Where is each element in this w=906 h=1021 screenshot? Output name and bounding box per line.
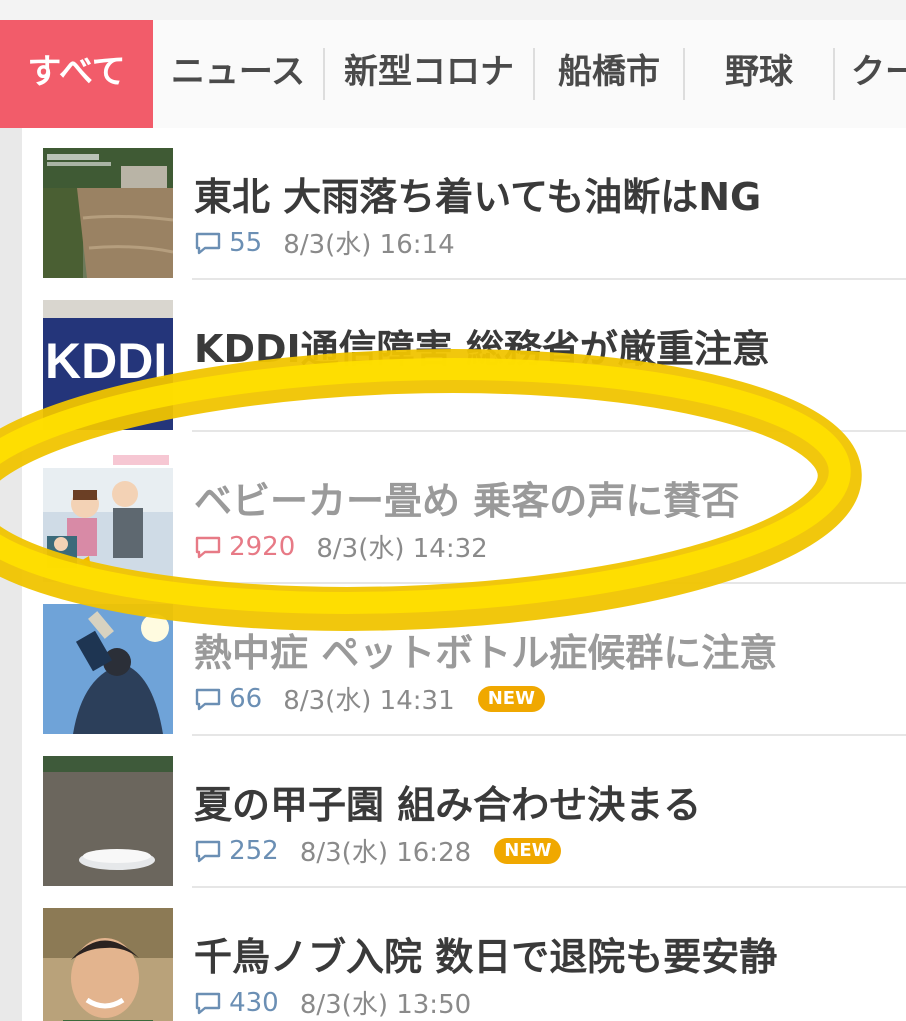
comment-count: 430 bbox=[229, 987, 279, 1018]
top-strip bbox=[0, 0, 906, 20]
article-thumbnail bbox=[43, 604, 173, 734]
article-time: 8/3(水) 14:31 bbox=[283, 686, 455, 716]
article-time: 8/3(水) 14:32 bbox=[316, 534, 488, 564]
article-meta: 430 8/3(水) 13:50 bbox=[194, 984, 472, 1020]
article-time: 8/3(水) 16:14 bbox=[283, 230, 455, 260]
new-badge: NEW bbox=[494, 837, 562, 864]
article-thumbnail bbox=[43, 148, 173, 278]
comment-icon bbox=[195, 688, 221, 710]
list-item[interactable]: ベビーカー畳め 乗客の声に賛否 2920 8/3(水) 14:32 bbox=[22, 432, 906, 584]
tab-gourmet[interactable]: クー bbox=[835, 20, 906, 128]
article-title[interactable]: 夏の甲子園 組み合わせ決まる bbox=[194, 774, 701, 829]
article-time: 8/3(水) 16:28 bbox=[299, 838, 472, 868]
tab-news[interactable]: ニュース bbox=[153, 20, 323, 128]
list-item[interactable]: 夏の甲子園 組み合わせ決まる 252 8/3(水) 16:28 NEW bbox=[22, 736, 906, 888]
comment-icon bbox=[195, 840, 221, 862]
article-title[interactable]: KDDI通信障害 総務省が厳重注意 bbox=[194, 318, 770, 373]
new-badge: NEW bbox=[477, 685, 545, 712]
category-tab-bar: すべて ニュース 新型コロナ 船橋市 野球 クー bbox=[0, 20, 906, 128]
article-meta: 2920 8/3(水) 14:32 bbox=[194, 528, 488, 564]
article-title[interactable]: 東北 大雨落ち着いても油断はNG bbox=[194, 166, 761, 221]
article-list: 東北 大雨落ち着いても油断はNG 55 8/3(水) 16:14 KDDI KD… bbox=[22, 128, 906, 1021]
tab-all[interactable]: すべて bbox=[0, 20, 153, 128]
list-item[interactable]: 千鳥ノブ入院 数日で退院も要安静 430 8/3(水) 13:50 bbox=[22, 888, 906, 1021]
comment-count: 66 bbox=[229, 683, 263, 714]
list-item[interactable]: KDDI KDDI通信障害 総務省が厳重注意 bbox=[22, 280, 906, 432]
article-time: 8/3(水) 13:50 bbox=[299, 990, 472, 1020]
article-title[interactable]: ベビーカー畳め 乗客の声に賛否 bbox=[194, 470, 739, 525]
comment-icon bbox=[195, 536, 221, 558]
kddi-logo-text: KDDI bbox=[45, 333, 167, 389]
article-thumbnail bbox=[43, 908, 173, 1021]
article-thumbnail: KDDI bbox=[43, 300, 173, 430]
comment-count: 2920 bbox=[229, 531, 296, 562]
tab-baseball[interactable]: 野球 bbox=[685, 20, 833, 128]
list-item[interactable]: 東北 大雨落ち着いても油断はNG 55 8/3(水) 16:14 bbox=[22, 128, 906, 280]
article-thumbnail bbox=[43, 756, 173, 886]
comment-icon bbox=[195, 232, 221, 254]
article-title[interactable]: 千鳥ノブ入院 数日で退院も要安静 bbox=[194, 926, 777, 981]
article-title[interactable]: 熱中症 ペットボトル症候群に注意 bbox=[194, 622, 777, 677]
article-meta: 55 8/3(水) 16:14 bbox=[194, 224, 455, 260]
article-thumbnail bbox=[43, 452, 173, 582]
article-meta: 252 8/3(水) 16:28 NEW bbox=[194, 832, 562, 868]
tab-covid[interactable]: 新型コロナ bbox=[325, 20, 533, 128]
comment-count: 252 bbox=[229, 835, 279, 866]
tab-funabashi[interactable]: 船橋市 bbox=[535, 20, 683, 128]
list-item[interactable]: 熱中症 ペットボトル症候群に注意 66 8/3(水) 14:31 NEW bbox=[22, 584, 906, 736]
comment-icon bbox=[195, 992, 221, 1014]
comment-count: 55 bbox=[229, 227, 263, 258]
left-gutter bbox=[0, 128, 22, 1021]
article-meta: 66 8/3(水) 14:31 NEW bbox=[194, 680, 545, 716]
